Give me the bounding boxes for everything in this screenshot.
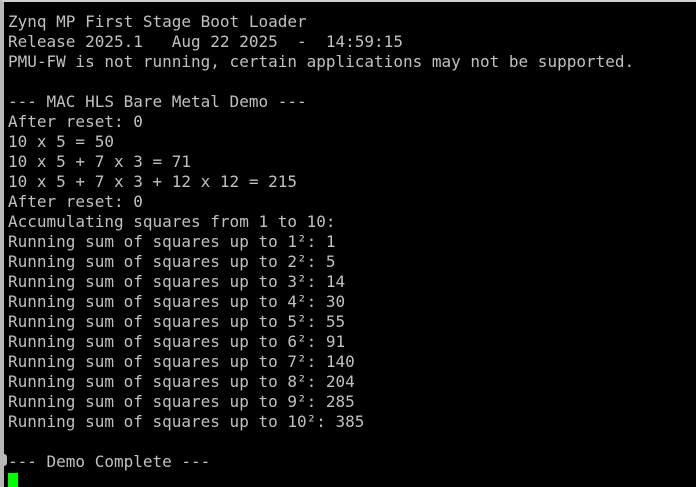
terminal-window[interactable]: Zynq MP First Stage Boot Loader Release 2… bbox=[0, 0, 696, 487]
window-edge-handle bbox=[4, 454, 7, 466]
terminal-line: Running sum of squares up to 2²: 5 bbox=[8, 252, 336, 271]
terminal-line: 10 x 5 + 7 x 3 + 12 x 12 = 215 bbox=[8, 172, 297, 191]
terminal-line: 10 x 5 + 7 x 3 = 71 bbox=[8, 152, 192, 171]
terminal-line: Running sum of squares up to 5²: 55 bbox=[8, 312, 346, 331]
terminal-line: Running sum of squares up to 1²: 1 bbox=[8, 232, 336, 251]
terminal-line: Accumulating squares from 1 to 10: bbox=[8, 212, 336, 231]
text-cursor bbox=[8, 473, 18, 487]
terminal-line: Running sum of squares up to 8²: 204 bbox=[8, 372, 355, 391]
terminal-line: After reset: 0 bbox=[8, 112, 143, 131]
terminal-line: After reset: 0 bbox=[8, 192, 143, 211]
terminal-line: 10 x 5 = 50 bbox=[8, 132, 114, 151]
terminal-line: Running sum of squares up to 3²: 14 bbox=[8, 272, 346, 291]
terminal-output: Zynq MP First Stage Boot Loader Release 2… bbox=[8, 12, 634, 472]
terminal-line: Running sum of squares up to 10²: 385 bbox=[8, 412, 365, 431]
terminal-line: Release 2025.1 Aug 22 2025 - 14:59:15 bbox=[8, 32, 403, 51]
terminal-prompt-row[interactable] bbox=[8, 472, 18, 487]
terminal-line: PMU-FW is not running, certain applicati… bbox=[8, 52, 635, 71]
terminal-line: Zynq MP First Stage Boot Loader bbox=[8, 12, 307, 31]
terminal-line: Running sum of squares up to 9²: 285 bbox=[8, 392, 355, 411]
terminal-line: Running sum of squares up to 6²: 91 bbox=[8, 332, 346, 351]
terminal-line: Running sum of squares up to 7²: 140 bbox=[8, 352, 355, 371]
terminal-line: --- MAC HLS Bare Metal Demo --- bbox=[8, 92, 307, 111]
terminal-line: Running sum of squares up to 4²: 30 bbox=[8, 292, 346, 311]
terminal-line: --- Demo Complete --- bbox=[8, 452, 211, 471]
